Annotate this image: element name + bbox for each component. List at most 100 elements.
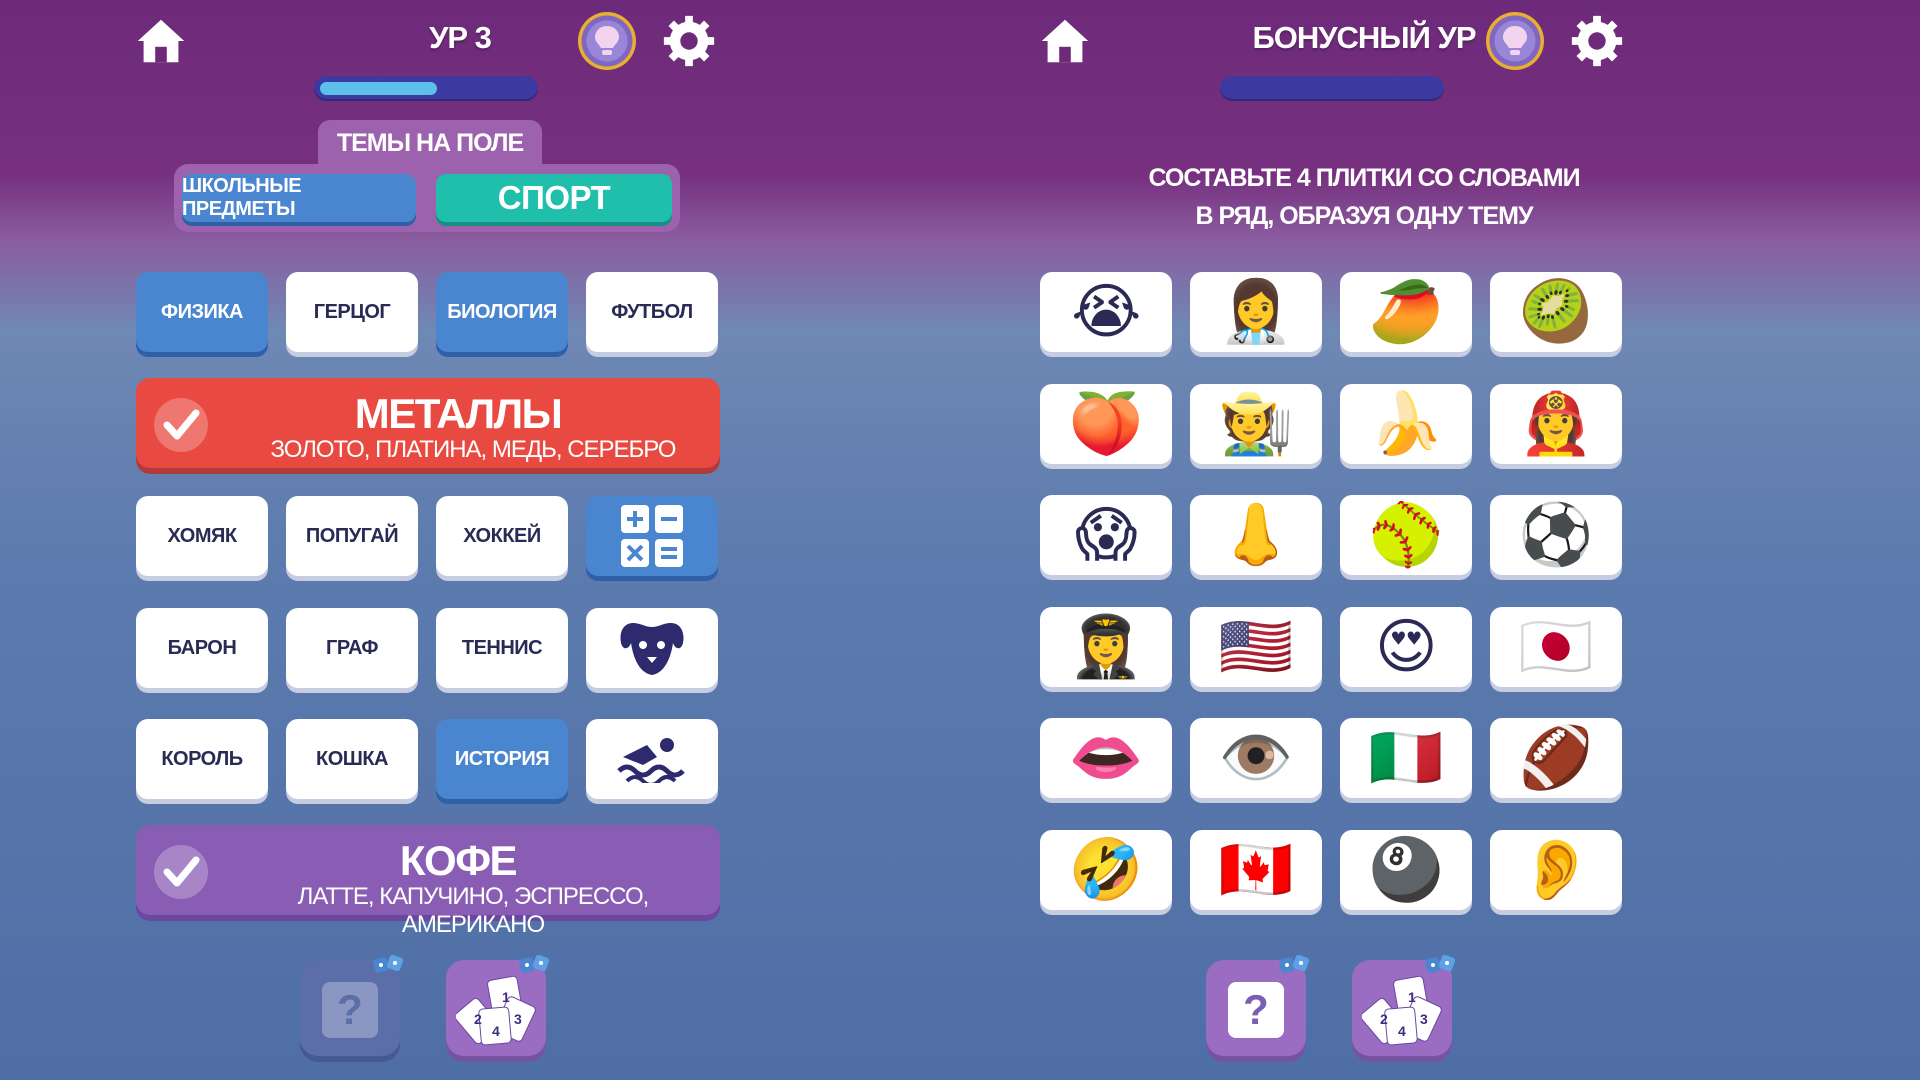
settings-gear-icon[interactable] xyxy=(1568,12,1626,70)
emoji-glyph: 🧑‍🌾 xyxy=(1218,389,1294,459)
card-number: 4 xyxy=(492,1023,500,1039)
word-tile[interactable]: ХОМЯК xyxy=(136,496,268,576)
icon-tile[interactable] xyxy=(586,496,718,576)
emoji-tile[interactable]: 🎱 xyxy=(1340,830,1472,910)
emoji-glyph: 👁️ xyxy=(1218,723,1294,793)
emoji-glyph: 🥭 xyxy=(1368,277,1444,347)
emoji-glyph: 🍑 xyxy=(1068,389,1144,459)
emoji-tile[interactable]: 🇨🇦 xyxy=(1190,830,1322,910)
emoji-glyph: 🏈 xyxy=(1518,723,1594,793)
question-mark-icon: ? xyxy=(322,982,378,1038)
calculator-icon xyxy=(621,505,683,567)
word-tile[interactable]: ПОПУГАЙ xyxy=(286,496,418,576)
shuffle-powerup-button[interactable]: 1 2 3 4 xyxy=(1352,954,1456,1056)
emoji-tile[interactable]: 🇮🇹 xyxy=(1340,718,1472,798)
emoji-glyph: 🥎 xyxy=(1368,500,1444,570)
solved-group-banner-metals: МЕТАЛЛЫ ЗОЛОТО, ПЛАТИНА, МЕДЬ, СЕРЕБРО xyxy=(136,378,720,468)
group-words: ЗОЛОТО, ПЛАТИНА, МЕДЬ, СЕРЕБРО xyxy=(270,436,677,463)
emoji-tile[interactable]: 🥭 xyxy=(1340,272,1472,352)
hint-bulb-icon[interactable] xyxy=(1486,12,1544,70)
left-game-panel: УР 3 ТЕМЫ НА ПОЛЕ ШКОЛЬНЫЕ ПРЕДМЕТЫ СПОР… xyxy=(100,0,820,1080)
hint-bulb-icon[interactable] xyxy=(578,12,636,70)
level-title: УР 3 xyxy=(429,20,492,55)
swimmer-icon xyxy=(617,738,685,783)
word-tile[interactable]: БАРОН xyxy=(136,608,268,688)
word-tile[interactable]: ГЕРЦОГ xyxy=(286,272,418,352)
emoji-tile[interactable]: 👃 xyxy=(1190,495,1322,575)
word-tile[interactable]: ХОККЕЙ xyxy=(436,496,568,576)
word-tile[interactable]: ИСТОРИЯ xyxy=(436,719,568,799)
word-tile[interactable]: ФУТБОЛ xyxy=(586,272,718,352)
question-mark-icon: ? xyxy=(1228,982,1284,1038)
emoji-tile[interactable]: 😭 xyxy=(1040,272,1172,352)
emoji-tile[interactable]: 👁️ xyxy=(1190,718,1322,798)
emoji-glyph: 👂 xyxy=(1518,835,1594,905)
shuffle-powerup-button[interactable]: 1 2 3 4 xyxy=(446,954,550,1056)
level-progress-bar xyxy=(1220,76,1444,101)
emoji-tile[interactable]: 🍑 xyxy=(1040,384,1172,464)
emoji-tile[interactable]: 🇯🇵 xyxy=(1490,607,1622,687)
emoji-glyph: 🥝 xyxy=(1518,277,1594,347)
home-icon[interactable] xyxy=(1036,12,1094,70)
emoji-tile[interactable]: 👂 xyxy=(1490,830,1622,910)
group-words: ЛАТТЕ, КАПУЧИНО, ЭСПРЕССО, АМЕРИКАНО xyxy=(297,883,650,938)
emoji-tile[interactable]: 🧑‍🌾 xyxy=(1190,384,1322,464)
card-number: 2 xyxy=(1380,1011,1388,1027)
group-title: МЕТАЛЛЫ xyxy=(354,390,563,437)
level-progress-bar xyxy=(314,76,538,101)
dice-badge-icon xyxy=(519,954,550,973)
word-tile[interactable]: ТЕННИС xyxy=(436,608,568,688)
emoji-glyph: 👃 xyxy=(1218,500,1294,570)
dice-badge-icon xyxy=(373,954,404,973)
emoji-glyph: 🇮🇹 xyxy=(1368,723,1444,793)
emoji-glyph: 🤣 xyxy=(1068,835,1144,905)
emoji-glyph: 👩‍⚕️ xyxy=(1218,277,1294,347)
emoji-glyph: 😭 xyxy=(1071,277,1141,347)
dice-badge-icon xyxy=(1279,954,1310,973)
word-tile[interactable]: БИОЛОГИЯ xyxy=(436,272,568,352)
emoji-glyph: ⚽ xyxy=(1518,500,1594,570)
card-number: 3 xyxy=(514,1011,522,1027)
shuffle-cards-icon: 1 2 3 4 xyxy=(456,975,536,1046)
emoji-tile[interactable]: 🥝 xyxy=(1490,272,1622,352)
emoji-tile[interactable]: 👩‍✈️ xyxy=(1040,607,1172,687)
hint-powerup-button[interactable]: ? xyxy=(1206,954,1310,1056)
emoji-tile[interactable]: 🇺🇸 xyxy=(1190,607,1322,687)
emoji-tile[interactable]: 🍌 xyxy=(1340,384,1472,464)
emoji-tile[interactable]: 😍 xyxy=(1340,607,1472,687)
emoji-glyph: 👩‍🚒 xyxy=(1518,389,1594,459)
emoji-tile[interactable]: 🥎 xyxy=(1340,495,1472,575)
emoji-tile[interactable]: 👩‍🚒 xyxy=(1490,384,1622,464)
dice-badge-icon xyxy=(1425,954,1456,973)
progress-fill xyxy=(320,82,437,95)
card-number: 2 xyxy=(474,1011,482,1027)
settings-gear-icon[interactable] xyxy=(660,12,718,70)
dog-icon xyxy=(620,623,684,675)
home-icon[interactable] xyxy=(132,12,190,70)
emoji-glyph: 🇺🇸 xyxy=(1218,612,1294,682)
word-tile[interactable]: КОШКА xyxy=(286,719,418,799)
card-number: 4 xyxy=(1398,1023,1406,1039)
emoji-tile[interactable]: 🏈 xyxy=(1490,718,1622,798)
emoji-tile[interactable]: 😱 xyxy=(1040,495,1172,575)
word-tile[interactable]: ГРАФ xyxy=(286,608,418,688)
emoji-tile[interactable]: ⚽ xyxy=(1490,495,1622,575)
emoji-tile[interactable]: 👩‍⚕️ xyxy=(1190,272,1322,352)
emoji-glyph: 😍 xyxy=(1374,612,1438,682)
word-tile[interactable]: КОРОЛЬ xyxy=(136,719,268,799)
emoji-glyph: 🇨🇦 xyxy=(1218,835,1294,905)
emoji-glyph: 🎱 xyxy=(1368,835,1444,905)
hint-powerup-button[interactable]: ? xyxy=(300,954,404,1056)
emoji-glyph: 🇯🇵 xyxy=(1518,612,1594,682)
themes-box: ШКОЛЬНЫЕ ПРЕДМЕТЫ СПОРТ xyxy=(174,164,680,232)
word-tile[interactable]: ФИЗИКА xyxy=(136,272,268,352)
level-title: БОНУСНЫЙ УР xyxy=(1252,20,1476,55)
emoji-tile[interactable]: 👄 xyxy=(1040,718,1172,798)
emoji-glyph: 😱 xyxy=(1074,500,1138,570)
instruction-line-1: СОСТАВЬТЕ 4 ПЛИТКИ СО СЛОВАМИ xyxy=(1148,164,1580,192)
instruction-line-2: В РЯД, ОБРАЗУЯ ОДНУ ТЕМУ xyxy=(1195,202,1533,230)
theme-chip-school-subjects: ШКОЛЬНЫЕ ПРЕДМЕТЫ xyxy=(182,174,416,222)
emoji-tile[interactable]: 🤣 xyxy=(1040,830,1172,910)
icon-tile[interactable] xyxy=(586,608,718,688)
icon-tile[interactable] xyxy=(586,719,718,799)
